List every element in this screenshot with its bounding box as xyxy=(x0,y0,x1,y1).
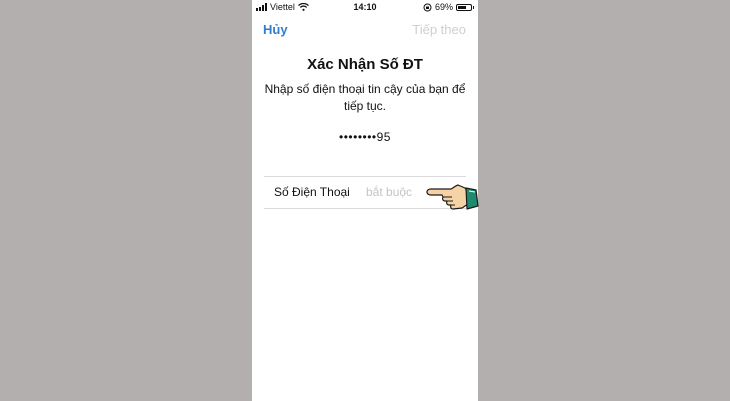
next-button[interactable]: Tiếp theo xyxy=(412,22,466,37)
nav-bar: Hủy Tiếp theo xyxy=(252,20,478,40)
masked-phone-number: ••••••••95 xyxy=(339,130,391,144)
cancel-button[interactable]: Hủy xyxy=(263,22,288,37)
status-right: 69% xyxy=(423,2,474,12)
pointing-hand-icon xyxy=(426,184,479,210)
status-bar: Viettel 14:10 69% xyxy=(252,0,478,14)
page-subtitle: Nhập số điện thoại tin cậy của bạn để ti… xyxy=(264,82,466,113)
orientation-lock-icon xyxy=(423,3,432,11)
page-title: Xác Nhận Số ĐT xyxy=(307,56,423,73)
battery-icon xyxy=(456,3,474,11)
phone-field-label: Số Điện Thoại xyxy=(274,185,350,199)
battery-percent: 69% xyxy=(434,2,453,12)
battery-fill xyxy=(458,5,467,9)
